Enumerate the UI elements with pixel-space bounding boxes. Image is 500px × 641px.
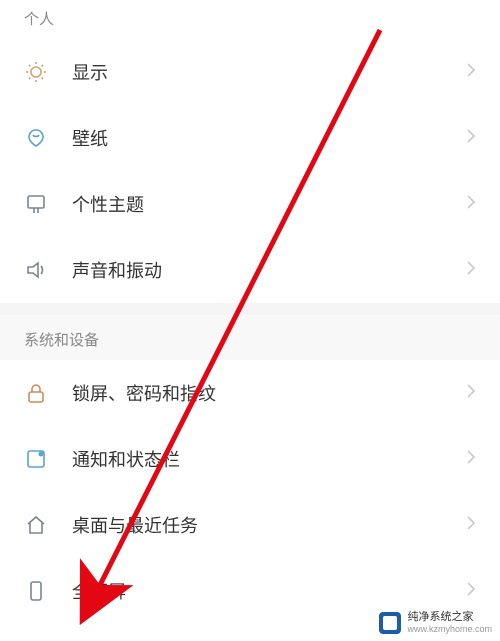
chevron-right-icon [466,383,476,404]
settings-item-label: 桌面与最近任务 [72,512,466,538]
chevron-right-icon [466,62,476,83]
settings-item-home[interactable]: 桌面与最近任务 [0,492,500,558]
wallpaper-icon [24,126,58,150]
chevron-right-icon [466,515,476,536]
settings-item-label: 锁屏、密码和指纹 [72,380,466,406]
section-header-label: 个人 [24,11,54,28]
chevron-right-icon [466,128,476,149]
settings-item-label: 壁纸 [72,125,466,151]
settings-item-notif[interactable]: 通知和状态栏 [0,426,500,492]
chevron-right-icon [466,449,476,470]
settings-item-lock[interactable]: 锁屏、密码和指纹 [0,360,500,426]
section-divider [0,303,500,315]
settings-item-display[interactable]: 显示 [0,39,500,105]
chevron-right-icon [466,194,476,215]
display-icon [24,60,58,84]
settings-item-wallpaper[interactable]: 壁纸 [0,105,500,171]
watermark-url: www.kzmyhome.com [407,624,492,635]
settings-item-sound[interactable]: 声音和振动 [0,237,500,303]
settings-item-theme[interactable]: 个性主题 [0,171,500,237]
chevron-right-icon [466,260,476,281]
theme-icon [24,192,58,216]
section-header-system: 系统和设备 [0,315,500,360]
settings-item-label: 通知和状态栏 [72,446,466,472]
settings-item-label: 显示 [72,59,466,85]
sound-icon [24,258,58,282]
settings-item-label: 全面屏 [72,578,466,604]
settings-item-fullscreen[interactable]: 全面屏 [0,558,500,624]
section-header-label: 系统和设备 [24,332,99,349]
notification-icon [24,447,58,471]
fullscreen-icon [24,579,58,603]
settings-item-label: 个性主题 [72,191,466,217]
section-header-personal: 个人 [0,0,500,39]
settings-item-label: 声音和振动 [72,257,466,283]
lock-icon [24,381,58,405]
chevron-right-icon [466,581,476,602]
home-icon [24,513,58,537]
